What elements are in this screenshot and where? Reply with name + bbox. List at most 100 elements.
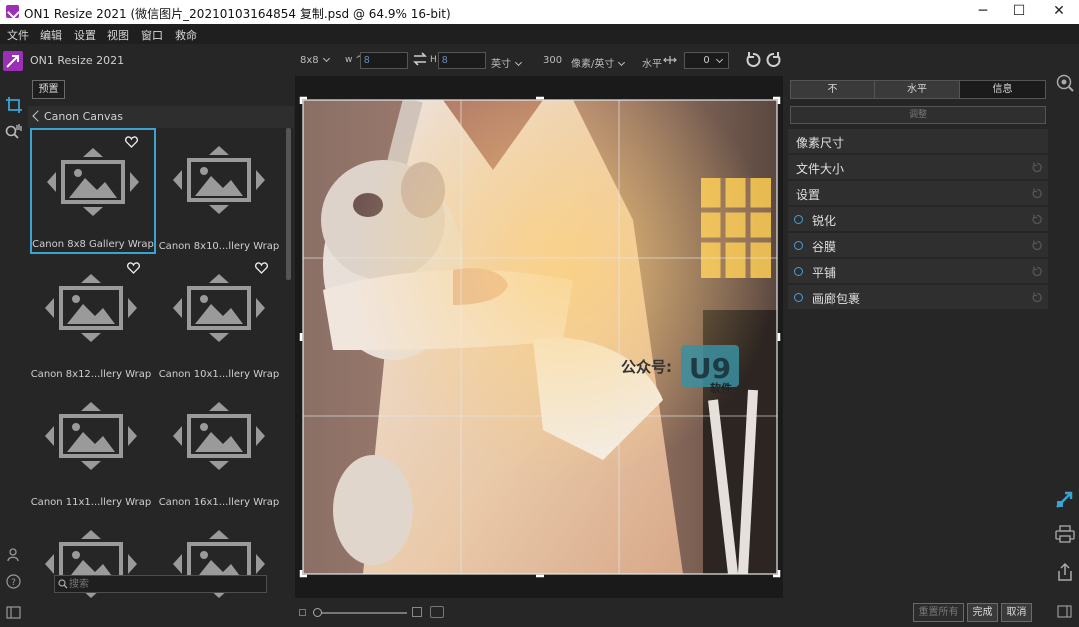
svg-text:?: ? xyxy=(11,578,16,588)
presets-button[interactable]: 预置 xyxy=(32,80,65,99)
presets-scrollbar[interactable] xyxy=(286,128,291,280)
preset-tile[interactable]: Canon 16x1...llery Wrap xyxy=(158,384,284,510)
zoom-bar xyxy=(295,600,783,627)
section-row[interactable]: 平铺 xyxy=(788,259,1048,284)
toggle-right-panel-icon[interactable] xyxy=(1057,605,1072,621)
search-icon xyxy=(58,579,68,589)
cancel-button[interactable]: 取消 xyxy=(1001,603,1032,622)
preset-tile[interactable] xyxy=(30,512,156,627)
rotate-left-icon[interactable] xyxy=(744,51,762,72)
section-row[interactable]: 谷膜 xyxy=(788,233,1048,258)
canvas-wrap-icon xyxy=(171,144,267,219)
category-title: Canon Canvas xyxy=(44,110,123,123)
resize-app-icon xyxy=(3,51,23,71)
user-icon[interactable] xyxy=(6,547,22,566)
back-chevron-icon xyxy=(32,110,44,122)
toggle-circle-icon[interactable] xyxy=(794,215,803,224)
section-label: 锐化 xyxy=(812,214,837,228)
menu-edit[interactable]: 编辑 xyxy=(40,27,62,43)
preset-label: Canon 8x8 Gallery Wrap xyxy=(32,239,154,250)
preset-label: Canon 16x1...llery Wrap xyxy=(158,497,280,508)
favorite-heart-icon[interactable] xyxy=(255,262,268,277)
height-input[interactable] xyxy=(438,52,486,69)
zoom-pan-tool-icon[interactable] xyxy=(4,122,24,143)
level-icon[interactable] xyxy=(663,54,677,69)
image-canvas[interactable]: 公众号: U9 软件 xyxy=(295,76,783,598)
print-icon[interactable] xyxy=(1055,525,1075,546)
section-row[interactable]: 画廊包裹 xyxy=(788,285,1048,310)
menu-view[interactable]: 视图 xyxy=(107,27,129,43)
swap-dimensions-icon[interactable] xyxy=(413,52,427,69)
adjust-button[interactable]: 调整 xyxy=(790,106,1046,124)
category-back-row[interactable]: Canon Canvas xyxy=(28,106,294,128)
toggle-circle-icon[interactable] xyxy=(794,241,803,250)
reset-icon[interactable] xyxy=(1031,266,1042,280)
search-input[interactable] xyxy=(69,577,259,591)
width-input[interactable] xyxy=(360,52,408,69)
toggle-circle-icon[interactable] xyxy=(794,267,803,276)
canvas-wrap-icon xyxy=(45,146,141,221)
rotation-dropdown[interactable]: 0 xyxy=(684,52,729,69)
toggle-circle-icon[interactable] xyxy=(794,293,803,302)
section-row[interactable]: 像素尺寸 xyxy=(788,129,1048,154)
section-label: 画廊包裹 xyxy=(812,292,861,306)
minimize-button[interactable]: ─ xyxy=(963,0,1003,24)
preset-tile[interactable]: Canon 10x1...llery Wrap xyxy=(158,256,284,382)
resolution-unit-dropdown[interactable]: 像素/英寸 xyxy=(571,55,626,70)
done-button[interactable]: 完成 xyxy=(967,603,998,622)
reset-icon[interactable] xyxy=(1031,214,1042,228)
zoom-in-icon[interactable] xyxy=(412,607,422,617)
app-name: ON1 Resize 2021 xyxy=(30,54,125,67)
section-row[interactable]: 文件大小 xyxy=(788,155,1048,180)
crop-tool-icon[interactable] xyxy=(5,96,23,117)
preset-label: Canon 11x1...llery Wrap xyxy=(30,497,152,508)
canvas-wrap-icon xyxy=(171,400,267,475)
menu-settings[interactable]: 设置 xyxy=(74,27,96,43)
menu-help[interactable]: 救命 xyxy=(175,27,197,43)
height-label: H xyxy=(430,55,437,65)
horizontal-label: 水平 xyxy=(642,59,662,70)
section-row[interactable]: 设置 xyxy=(788,181,1048,206)
zoom-out-icon[interactable] xyxy=(299,609,306,616)
zoom-slider-handle[interactable] xyxy=(313,608,322,617)
tab-horizontal[interactable]: 水平 xyxy=(874,80,960,99)
favorite-heart-icon[interactable] xyxy=(127,262,140,277)
close-button[interactable]: ✕ xyxy=(1039,0,1079,24)
search-box[interactable] xyxy=(54,575,267,593)
section-label: 谷膜 xyxy=(812,240,837,254)
reset-icon[interactable] xyxy=(1031,292,1042,306)
right-tool-strip xyxy=(1051,44,1079,627)
resolution-value[interactable]: 300 xyxy=(543,55,562,66)
preset-size-dropdown[interactable]: 8x8 xyxy=(300,54,330,66)
menu-file[interactable]: 文件 xyxy=(7,27,29,43)
toggle-left-panel-icon[interactable] xyxy=(6,606,21,622)
preset-tile[interactable]: Canon 8x10...llery Wrap xyxy=(158,128,284,254)
preset-tile[interactable]: Canon 11x1...llery Wrap xyxy=(30,384,156,510)
tool-strip: ? xyxy=(0,76,28,627)
zoom-slider[interactable] xyxy=(315,612,407,614)
reset-icon[interactable] xyxy=(1031,162,1042,176)
reset-icon[interactable] xyxy=(1031,188,1042,202)
menu-window[interactable]: 窗口 xyxy=(141,27,163,43)
share-icon[interactable] xyxy=(1056,562,1074,585)
preset-tile[interactable]: Canon 8x8 Gallery Wrap xyxy=(30,128,156,254)
browse-icon[interactable] xyxy=(1055,72,1075,95)
crop-grid-overlay[interactable] xyxy=(295,76,783,598)
favorite-heart-icon[interactable] xyxy=(125,136,138,151)
reset-all-button[interactable]: 重置所有 xyxy=(913,603,964,622)
canvas-wrap-icon xyxy=(43,400,139,475)
help-icon[interactable]: ? xyxy=(6,574,21,592)
tab-info[interactable]: 信息 xyxy=(959,80,1046,99)
reset-icon[interactable] xyxy=(1031,240,1042,254)
maximize-button[interactable]: ☐ xyxy=(999,0,1039,24)
section-label: 文件大小 xyxy=(796,162,845,176)
compare-icon[interactable] xyxy=(430,606,444,618)
preset-label: Canon 8x10...llery Wrap xyxy=(158,241,280,252)
preset-tile[interactable]: Canon 8x12...llery Wrap xyxy=(30,256,156,382)
section-row[interactable]: 锐化 xyxy=(788,207,1048,232)
resize-export-icon[interactable] xyxy=(1055,489,1075,512)
tab-none[interactable]: 不 xyxy=(790,80,875,99)
unit-dropdown[interactable]: 英寸 xyxy=(491,55,523,70)
rotate-right-icon[interactable] xyxy=(765,51,783,72)
preset-tile[interactable] xyxy=(158,512,284,627)
